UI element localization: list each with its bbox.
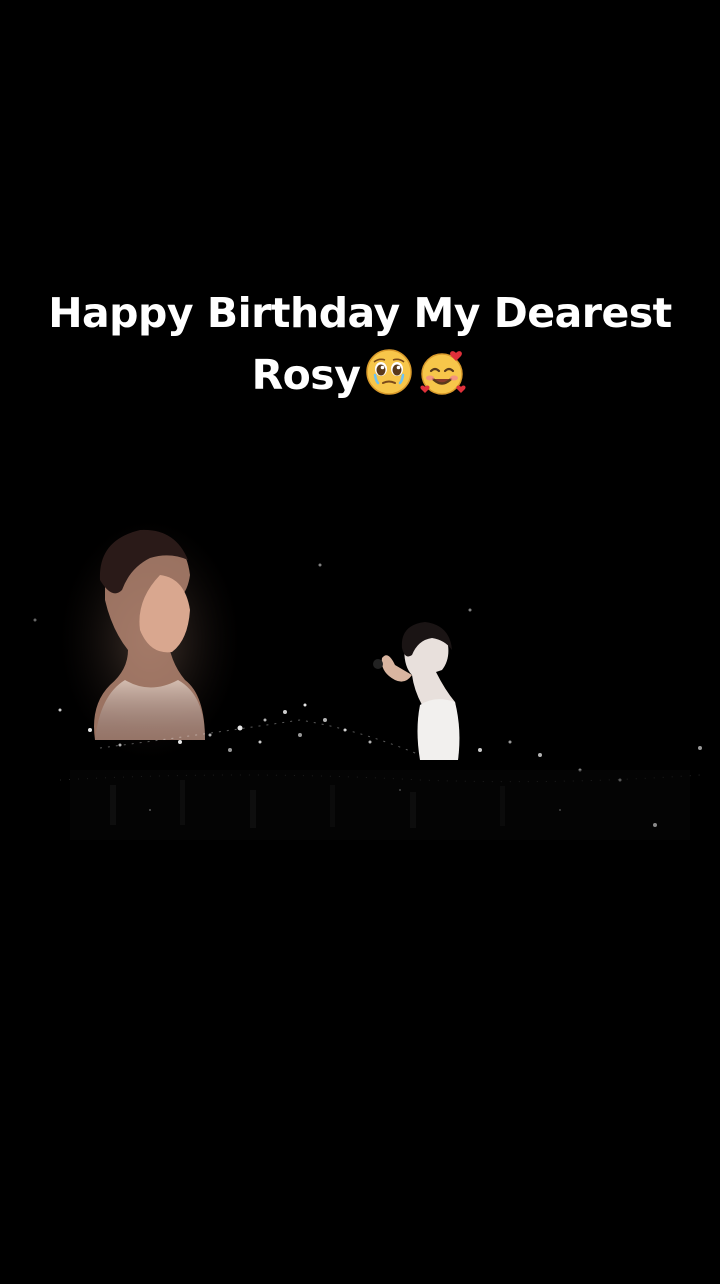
caption-overlay: Happy Birthday My Dearest Rosy [40,282,680,406]
concert-scene [0,480,720,900]
caption-line-1: Happy Birthday My Dearest [48,289,672,337]
caption-line-2: Rosy [40,344,680,406]
singer-figure [373,622,460,760]
hologram-portrait [60,520,240,760]
video-frame: Happy Birthday My Dearest Rosy [0,0,720,1284]
stage-floor [70,770,690,840]
caption-line-2-text: Rosy [251,351,361,399]
pleading-face-icon [364,347,414,397]
concert-scene-artwork [33,520,702,840]
smiling-face-with-hearts-icon [418,347,468,397]
